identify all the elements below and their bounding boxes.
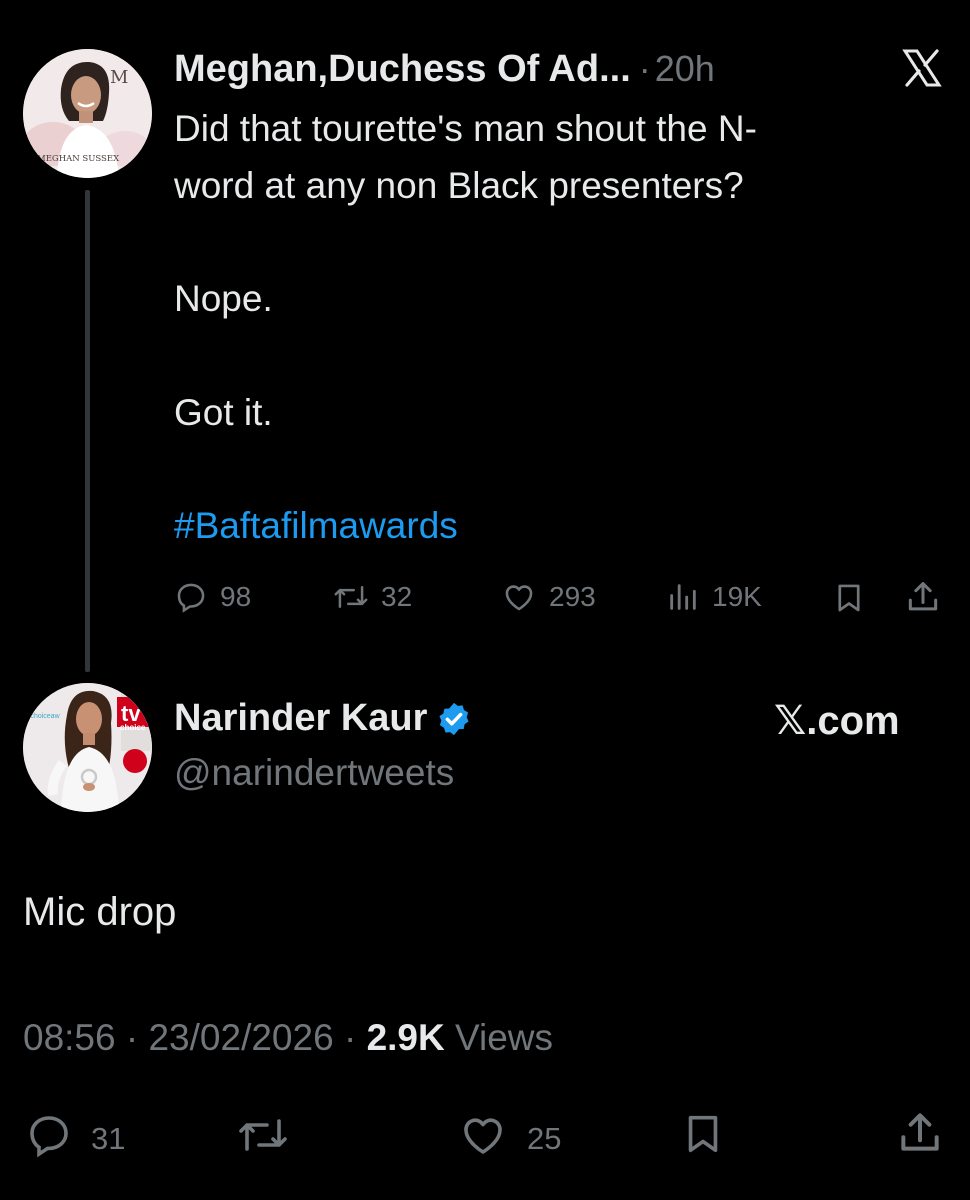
views-count: 2.9K bbox=[366, 1017, 445, 1058]
repost-button[interactable]: 32 bbox=[333, 580, 412, 614]
parent-tweet-line: Got it. bbox=[174, 392, 273, 433]
like-count: 293 bbox=[549, 581, 596, 612]
share-button[interactable] bbox=[895, 1107, 945, 1167]
main-tweet-header: Narinder Kaur bbox=[174, 697, 473, 740]
repost-count: 32 bbox=[381, 581, 413, 612]
main-author-handle[interactable]: @narindertweets bbox=[174, 752, 454, 794]
parent-tweet-time[interactable]: 20h bbox=[655, 48, 715, 90]
reply-icon bbox=[25, 1111, 73, 1167]
tweet-time[interactable]: 08:56 bbox=[23, 1017, 116, 1058]
parent-author-name[interactable]: Meghan,Duchess Of Ad... bbox=[174, 48, 631, 91]
hashtag-link[interactable]: #Baftafilmawards bbox=[174, 503, 458, 549]
source-label: 𝕏.com bbox=[774, 699, 900, 743]
avatar-narinder[interactable]: tv choice tvchoiceaw bbox=[23, 683, 152, 812]
share-icon bbox=[904, 578, 942, 616]
tweet-date[interactable]: 23/02/2026 bbox=[148, 1017, 333, 1058]
repost-button[interactable] bbox=[237, 1111, 289, 1167]
avatar-backdrop-text: tvchoiceaw bbox=[25, 713, 61, 720]
views-chart-icon bbox=[666, 580, 700, 614]
share-icon bbox=[895, 1107, 945, 1167]
share-button[interactable] bbox=[904, 578, 942, 616]
avatar-badge-subtext: choice bbox=[120, 723, 146, 732]
reply-count: 98 bbox=[220, 581, 252, 612]
avatar-caption: MEGHAN SUSSEX bbox=[37, 154, 120, 164]
tweet-meta: 08:56 · 23/02/2026 · 2.9K Views bbox=[23, 1017, 553, 1059]
verified-badge-icon bbox=[435, 700, 473, 738]
meta-separator: · bbox=[125, 1017, 139, 1058]
main-tweet-text: Mic drop bbox=[23, 890, 177, 934]
repost-icon bbox=[333, 580, 369, 614]
reply-button[interactable]: 98 bbox=[174, 580, 251, 614]
heart-icon bbox=[457, 1111, 509, 1167]
bookmark-button[interactable] bbox=[832, 580, 866, 616]
meta-separator: · bbox=[343, 1017, 357, 1058]
views-label: Views bbox=[455, 1017, 554, 1058]
main-author-name[interactable]: Narinder Kaur bbox=[174, 697, 427, 740]
bookmark-icon bbox=[680, 1109, 726, 1167]
like-button[interactable]: 25 bbox=[457, 1111, 561, 1167]
reply-icon bbox=[174, 580, 208, 614]
header-separator: · bbox=[638, 48, 651, 89]
reply-count: 31 bbox=[91, 1121, 126, 1156]
like-count: 25 bbox=[527, 1121, 562, 1156]
parent-tweet-line: word at any non Black presenters? bbox=[174, 165, 744, 206]
avatar-meghan[interactable]: M MEGHAN SUSSEX bbox=[23, 49, 152, 178]
thread-connector-line bbox=[85, 190, 90, 672]
like-button[interactable]: 293 bbox=[501, 580, 596, 614]
avatar-monogram: M bbox=[110, 67, 128, 88]
parent-tweet-line: Did that tourette's man shout the N- bbox=[174, 108, 757, 149]
heart-icon bbox=[501, 580, 537, 614]
repost-icon bbox=[237, 1111, 289, 1167]
reply-button[interactable]: 31 bbox=[25, 1111, 125, 1167]
bookmark-icon bbox=[832, 580, 866, 616]
parent-tweet-header: Meghan,Duchess Of Ad... · 20h bbox=[174, 46, 715, 92]
parent-tweet-line: Nope. bbox=[174, 278, 273, 319]
x-logo-icon bbox=[902, 48, 942, 88]
views-button[interactable]: 19K bbox=[666, 580, 762, 614]
view-count: 19K bbox=[712, 581, 762, 612]
bookmark-button[interactable] bbox=[680, 1109, 726, 1167]
